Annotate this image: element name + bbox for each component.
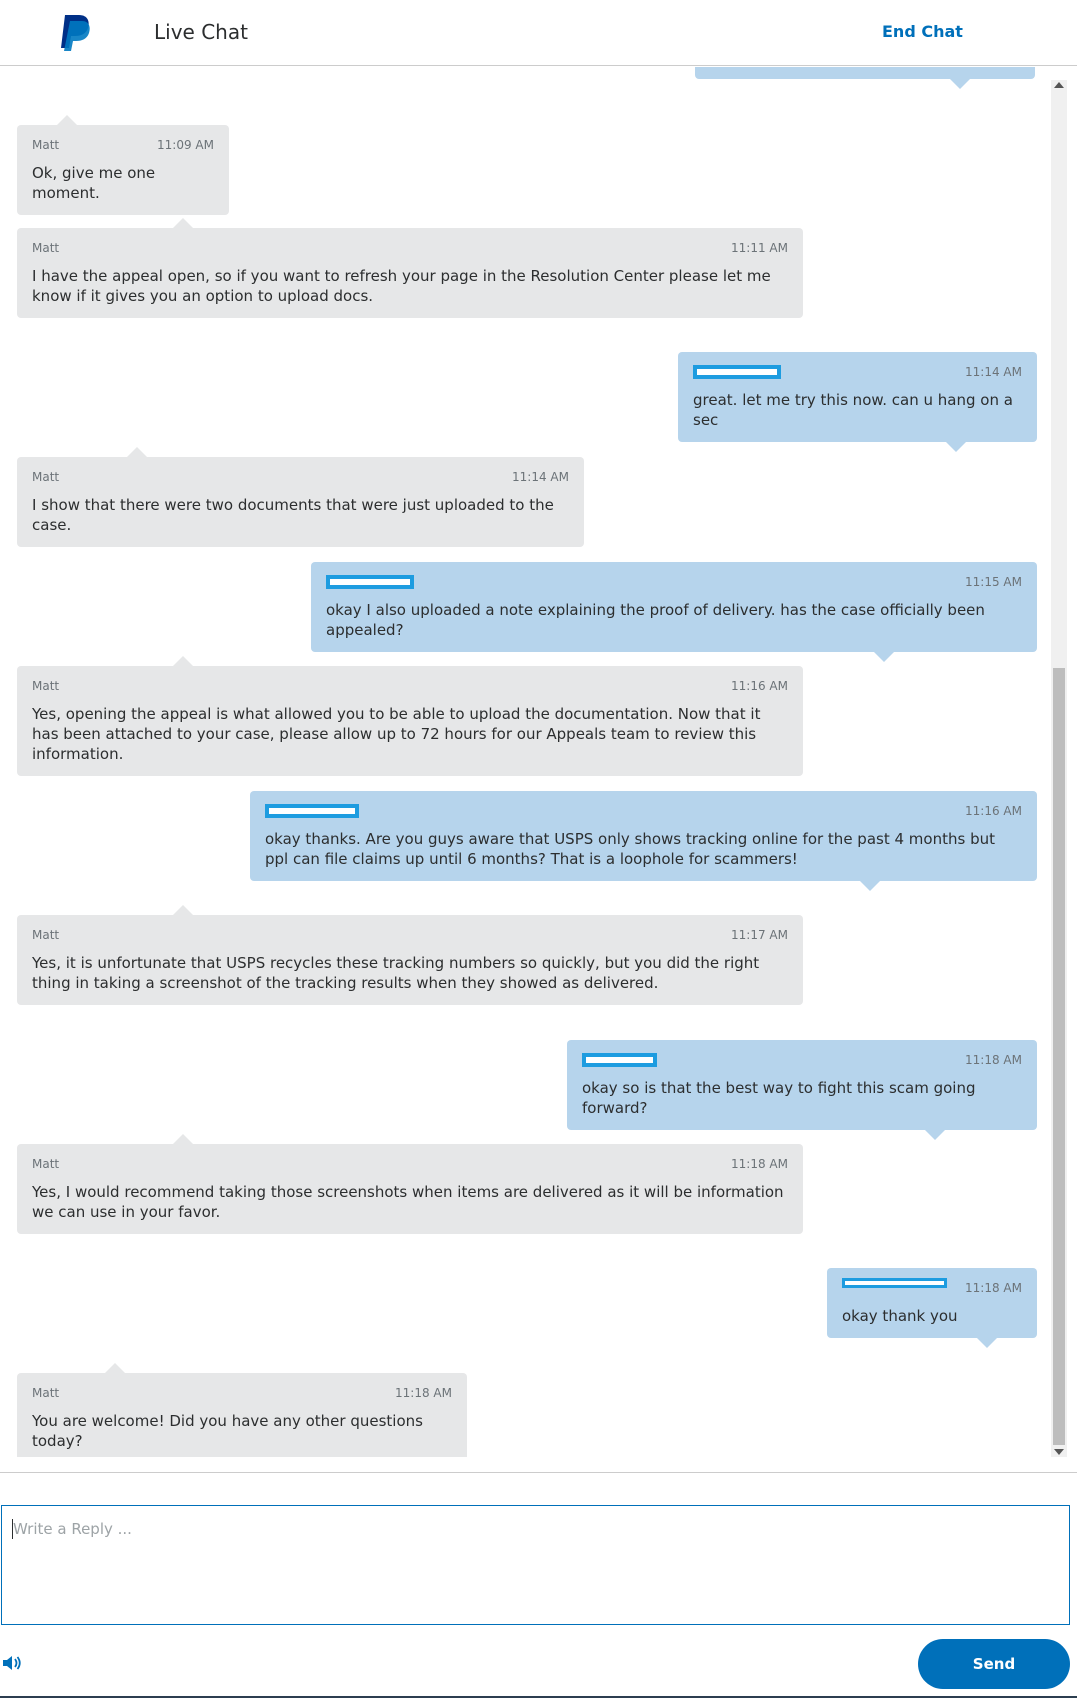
message-text: You are welcome! Did you have any other …	[32, 1412, 423, 1450]
message-sender: Matt	[32, 679, 60, 693]
message-text: I have the appeal open, so if you want t…	[32, 267, 771, 305]
redacted-sender-name	[265, 804, 359, 818]
message-agent: Matt 11:16 AM Yes, opening the appeal is …	[17, 656, 803, 776]
redacted-sender-name	[693, 365, 781, 379]
chat-header: Live Chat End Chat	[0, 0, 1077, 66]
speaker-icon[interactable]	[2, 1653, 24, 1673]
message-text: Ok, give me one moment.	[32, 164, 156, 202]
send-button[interactable]: Send	[918, 1639, 1070, 1689]
message-text: okay thanks. Are you guys aware that USP…	[265, 830, 995, 868]
message-agent: Matt 11:14 AM I show that there were two …	[17, 447, 584, 547]
scroll-down-arrow-icon[interactable]	[1054, 1449, 1064, 1455]
composer-divider	[0, 1472, 1077, 1473]
message-sender: Matt	[32, 928, 60, 942]
message-text: I show that there were two documents tha…	[32, 496, 554, 534]
message-time: 11:18 AM	[395, 1386, 452, 1400]
paypal-logo	[61, 15, 90, 51]
redacted-sender-name	[842, 1278, 947, 1288]
message-user: 11:14 AM great. let me try this now. can…	[678, 352, 1037, 452]
message-user: 11:18 AM okay so is that the best way to…	[567, 1040, 1037, 1140]
message-agent: Matt 11:18 AM You are welcome! Did you ha…	[17, 1363, 467, 1457]
page-title: Live Chat	[154, 20, 248, 44]
message-text: Yes, opening the appeal is what allowed …	[32, 705, 761, 763]
message-time: 11:11 AM	[731, 241, 788, 255]
message-sender: Matt	[32, 138, 60, 152]
message-user: 11:18 AM okay thank you	[827, 1268, 1037, 1348]
message-text: okay so is that the best way to fight th…	[582, 1079, 976, 1117]
scroll-up-arrow-icon[interactable]	[1054, 82, 1064, 88]
message-time: 11:16 AM	[731, 679, 788, 693]
message-time: 11:14 AM	[512, 470, 569, 484]
scrollbar-thumb[interactable]	[1053, 668, 1065, 1445]
redacted-sender-name	[326, 575, 414, 589]
message-time: 11:09 AM	[157, 138, 214, 152]
message-agent: Matt 11:11 AM I have the appeal open, so …	[17, 218, 803, 318]
redacted-sender-name	[582, 1053, 657, 1067]
message-user: 11:15 AM okay I also uploaded a note exp…	[311, 562, 1037, 662]
reply-placeholder: Write a Reply ...	[13, 1520, 132, 1538]
transcript-scrollbar[interactable]	[1051, 80, 1067, 1457]
message-agent: Matt 11:17 AM Yes, it is unfortunate that…	[17, 905, 803, 1005]
message-text: Yes, it is unfortunate that USPS recycle…	[32, 954, 760, 992]
message-agent: Matt 11:18 AM Yes, I would recommend taki…	[17, 1134, 803, 1234]
message-time: 11:14 AM	[965, 365, 1022, 379]
end-chat-button[interactable]: End Chat	[882, 22, 963, 41]
message-time: 11:18 AM	[965, 1053, 1022, 1067]
message-user: 11:16 AM okay thanks. Are you guys aware…	[250, 791, 1037, 891]
message-sender: Matt	[32, 470, 60, 484]
message-sender: Matt	[32, 241, 60, 255]
message-agent: Matt 11:09 AM Ok, give me one moment.	[17, 115, 229, 215]
message-text: Yes, I would recommend taking those scre…	[32, 1183, 784, 1221]
message-time: 11:17 AM	[731, 928, 788, 942]
message-time: 11:16 AM	[965, 804, 1022, 818]
chat-transcript[interactable]: Matt 11:09 AM Ok, give me one moment. Mat…	[0, 67, 1068, 1457]
message-text: okay I also uploaded a note explaining t…	[326, 601, 985, 639]
message-time: 11:18 AM	[965, 1281, 1022, 1295]
message-previous-partial	[695, 67, 1035, 89]
message-time: 11:15 AM	[965, 575, 1022, 589]
message-time: 11:18 AM	[731, 1157, 788, 1171]
message-text: okay thank you	[842, 1307, 958, 1325]
message-sender: Matt	[32, 1386, 60, 1400]
message-sender: Matt	[32, 1157, 60, 1171]
message-text: great. let me try this now. can u hang o…	[693, 391, 1013, 429]
reply-input[interactable]: Write a Reply ...	[1, 1505, 1070, 1625]
